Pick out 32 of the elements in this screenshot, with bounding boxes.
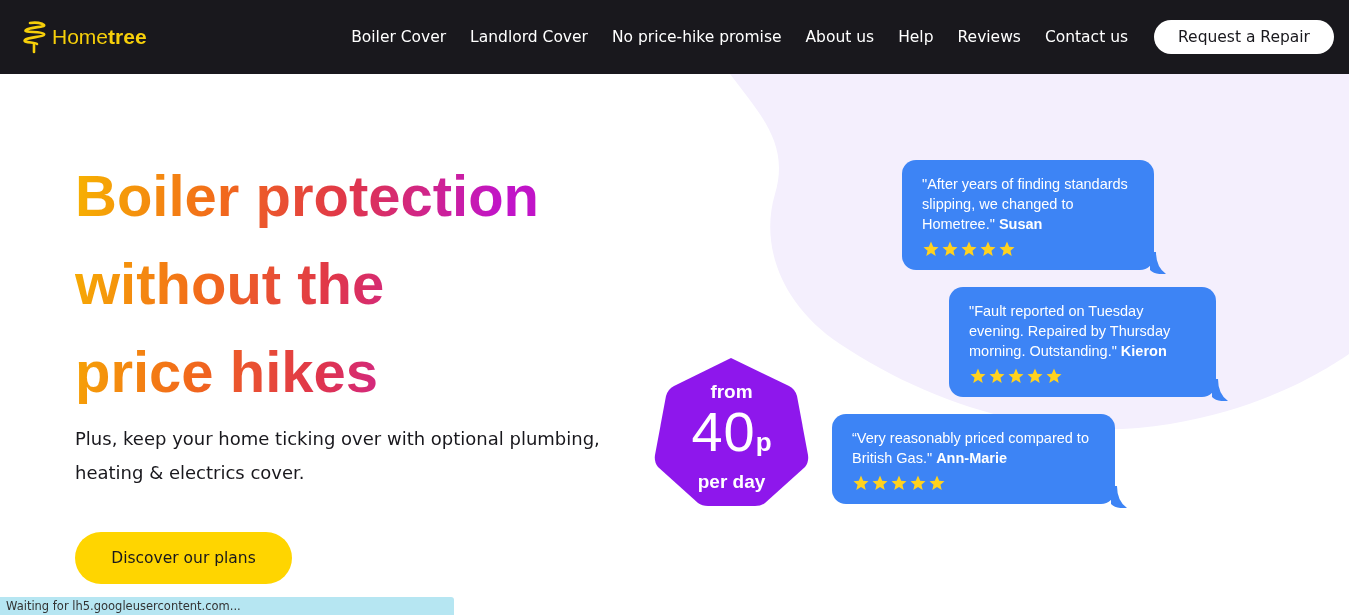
star-icon <box>988 367 1006 385</box>
tree-logo-icon <box>22 20 48 54</box>
nav-link[interactable]: Reviews <box>957 28 1021 46</box>
star-icon <box>871 474 889 492</box>
review-text: "Fault reported on Tuesday evening. Repaired by Thursday morning. Outstanding." Kieron <box>969 302 1172 361</box>
nav-link[interactable]: Contact us <box>1044 28 1129 46</box>
star-icon <box>922 240 940 258</box>
nav-link[interactable]: Landlord Cover <box>470 28 588 46</box>
nav-link[interactable]: No price-hike promise <box>611 28 782 46</box>
star-icon <box>928 474 946 492</box>
review-text: “Very reasonably priced compared to British Gas." Ann-Marie <box>852 429 1090 468</box>
star-icon <box>1045 367 1063 385</box>
logo-text[interactable]: Hometree <box>52 25 147 49</box>
star-icon <box>960 240 978 258</box>
nav-link[interactable]: Boiler Cover <box>351 28 447 46</box>
request-repair-button[interactable]: Request a Repair <box>1154 20 1334 54</box>
star-icon <box>1007 367 1025 385</box>
star-icon <box>890 474 908 492</box>
price-badge: from 40p per day <box>653 355 810 507</box>
star-icon <box>941 240 959 258</box>
star-icon <box>979 240 997 258</box>
status-bar: Waiting for lh5.googleusercontent.com... <box>0 597 454 615</box>
nav-link[interactable]: About us <box>805 28 875 46</box>
star-icon <box>909 474 927 492</box>
star-icon <box>852 474 870 492</box>
nav-link[interactable]: Help <box>898 28 934 46</box>
star-icon <box>969 367 987 385</box>
star-icon <box>998 240 1016 258</box>
hero-subtitle: Plus, keep your home ticking over with optional plumbing, heating & electrics cover. <box>75 427 601 485</box>
star-icon <box>1026 367 1044 385</box>
discover-plans-button[interactable]: Discover our plans <box>75 532 292 584</box>
review-text: "After years of finding standards slipping, we changed to Hometree." Susan <box>922 175 1129 234</box>
